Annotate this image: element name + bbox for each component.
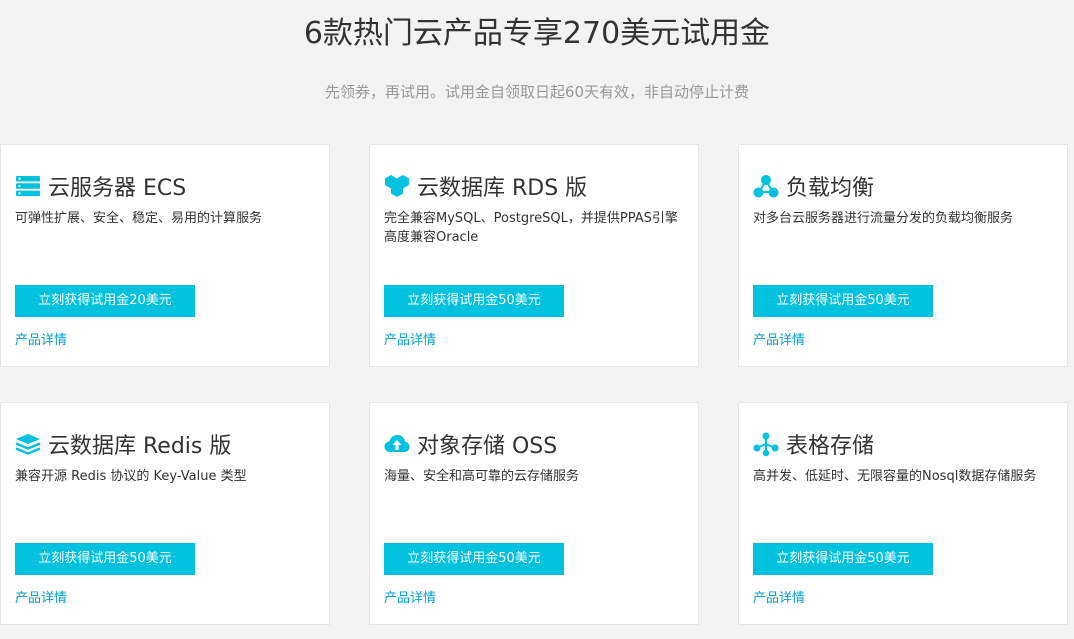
get-trial-credit-button[interactable]: 立刻获得试用金50美元	[15, 543, 195, 575]
get-trial-credit-button[interactable]: 立刻获得试用金50美元	[753, 285, 933, 317]
server-stack-icon	[15, 173, 41, 199]
product-card-oss: 对象存储 OSS 海量、安全和高可靠的云存储服务 立刻获得试用金50美元 产品详…	[369, 402, 699, 625]
product-name: 云数据库 Redis 版	[48, 434, 232, 459]
product-name: 云数据库 RDS 版	[417, 176, 588, 201]
load-balance-icon	[753, 173, 779, 199]
card-title: 表格存储	[753, 427, 874, 461]
product-description: 可弹性扩展、安全、稳定、易用的计算服务	[15, 211, 263, 226]
product-card-slb: 负载均衡 对多台云服务器进行流量分发的负载均衡服务 立刻获得试用金50美元 产品…	[738, 144, 1068, 367]
product-description: 兼容开源 Redis 协议的 Key-Value 类型	[15, 469, 247, 484]
product-name: 对象存储 OSS	[417, 434, 558, 459]
cloud-upload-icon	[384, 431, 410, 457]
page-subtitle: 先领券，再试用。试用金自领取日起60天有效，非自动停止计费	[324, 83, 750, 101]
card-title: 云数据库 Redis 版	[15, 427, 231, 461]
product-description: 海量、安全和高可靠的云存储服务	[384, 469, 580, 484]
product-description: 对多台云服务器进行流量分发的负载均衡服务	[753, 211, 1014, 226]
redis-layers-icon	[15, 431, 41, 457]
product-details-link[interactable]: 产品详情	[384, 587, 436, 606]
product-details-link[interactable]: 产品详情	[15, 329, 67, 348]
card-title: 云服务器 ECS	[15, 169, 186, 203]
card-title: 负载均衡	[753, 169, 874, 203]
product-description: 完全兼容MySQL、PostgreSQL，并提供PPAS引擎高度兼容Oracle	[384, 211, 678, 245]
get-trial-credit-button[interactable]: 立刻获得试用金50美元	[753, 543, 933, 575]
product-name: 表格存储	[786, 434, 875, 459]
page-title: 6款热门云产品专享270美元试用金	[303, 16, 771, 51]
product-card-table-store: 表格存储 高并发、低延时、无限容量的Nosql数据存储服务 立刻获得试用金50美…	[738, 402, 1068, 625]
product-details-link[interactable]: 产品详情	[753, 329, 805, 348]
product-details-link[interactable]: 产品详情	[753, 587, 805, 606]
database-hex-icon	[384, 173, 410, 199]
card-title: 对象存储 OSS	[384, 427, 557, 461]
product-name: 负载均衡	[786, 176, 875, 201]
get-trial-credit-button[interactable]: 立刻获得试用金20美元	[15, 285, 195, 317]
card-title: 云数据库 RDS 版	[384, 169, 587, 203]
get-trial-credit-button[interactable]: 立刻获得试用金50美元	[384, 285, 564, 317]
product-card-redis: 云数据库 Redis 版 兼容开源 Redis 协议的 Key-Value 类型…	[0, 402, 330, 625]
table-store-icon	[753, 431, 779, 457]
product-details-link[interactable]: 产品详情	[384, 329, 436, 348]
product-card-ecs: 云服务器 ECS 可弹性扩展、安全、稳定、易用的计算服务 立刻获得试用金20美元…	[0, 144, 330, 367]
get-trial-credit-button[interactable]: 立刻获得试用金50美元	[384, 543, 564, 575]
product-details-link[interactable]: 产品详情	[15, 587, 67, 606]
product-description: 高并发、低延时、无限容量的Nosql数据存储服务	[753, 469, 1037, 484]
product-name: 云服务器 ECS	[48, 176, 187, 201]
product-card-rds: 云数据库 RDS 版 完全兼容MySQL、PostgreSQL，并提供PPAS引…	[369, 144, 699, 367]
